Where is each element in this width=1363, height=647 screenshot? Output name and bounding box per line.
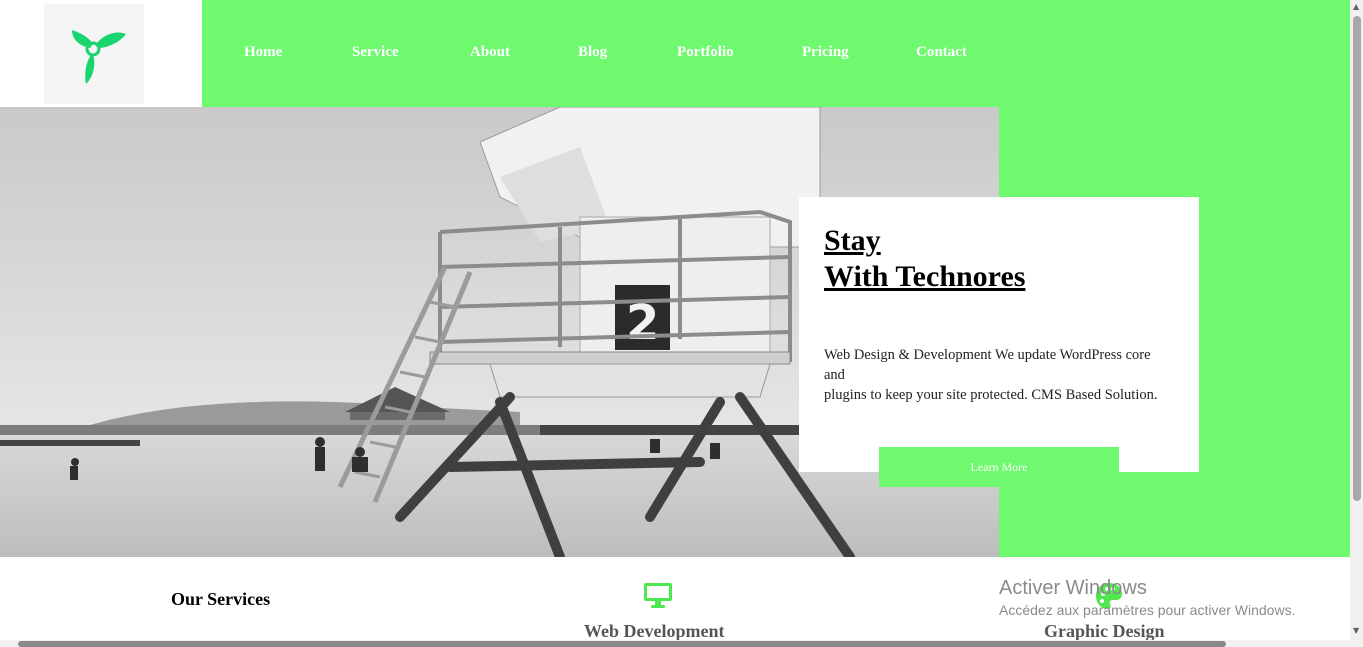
hero-description-line3: plugins to keep your site protected. CMS… — [824, 387, 1158, 403]
scroll-up-arrow-icon[interactable]: ▲ — [1353, 2, 1359, 11]
horizontal-scrollbar[interactable] — [0, 640, 1350, 647]
hero-description-line2: and — [824, 367, 845, 383]
nav-pricing[interactable]: Pricing — [802, 44, 849, 61]
top-navbar: Home Service About Blog Portfolio Pricin… — [202, 0, 1350, 107]
nav-contact[interactable]: Contact — [916, 44, 967, 61]
nav-service[interactable]: Service — [352, 44, 399, 61]
services-heading: Our Services — [171, 589, 271, 609]
hero-title-line2: With Technores — [824, 260, 1026, 293]
hero-card: Stay With Technores Web Design & Develop… — [799, 197, 1199, 472]
service-label: Web Development — [584, 621, 725, 641]
horizontal-scrollbar-thumb[interactable] — [18, 641, 1226, 647]
nav-about[interactable]: About — [470, 44, 510, 61]
logo-area — [0, 0, 202, 107]
learn-more-button[interactable]: Learn More — [879, 447, 1119, 487]
hero-title: Stay With Technores — [824, 223, 1025, 295]
windows-activation-watermark-title: Activer Windows — [999, 577, 1147, 599]
scroll-down-arrow-icon[interactable]: ▼ — [1353, 626, 1359, 635]
vertical-scrollbar-thumb[interactable] — [1353, 16, 1361, 501]
service-label: Graphic Design — [1044, 621, 1165, 641]
logo[interactable] — [44, 4, 144, 104]
hero-description: Web Design & Development We update WordP… — [824, 345, 1189, 405]
tri-leaf-logo-icon — [72, 30, 126, 84]
nav-blog[interactable]: Blog — [578, 44, 607, 61]
hero-title-line1: Stay — [824, 224, 881, 257]
nav-portfolio[interactable]: Portfolio — [677, 44, 734, 61]
monitor-icon — [644, 583, 672, 608]
windows-activation-watermark-subtitle: Accédez aux paramètres pour activer Wind… — [999, 602, 1296, 618]
hero-description-line1: Web Design & Development We update WordP… — [824, 347, 1151, 363]
vertical-scrollbar[interactable]: ▲ ▼ — [1350, 0, 1363, 647]
nav-home[interactable]: Home — [244, 44, 282, 61]
